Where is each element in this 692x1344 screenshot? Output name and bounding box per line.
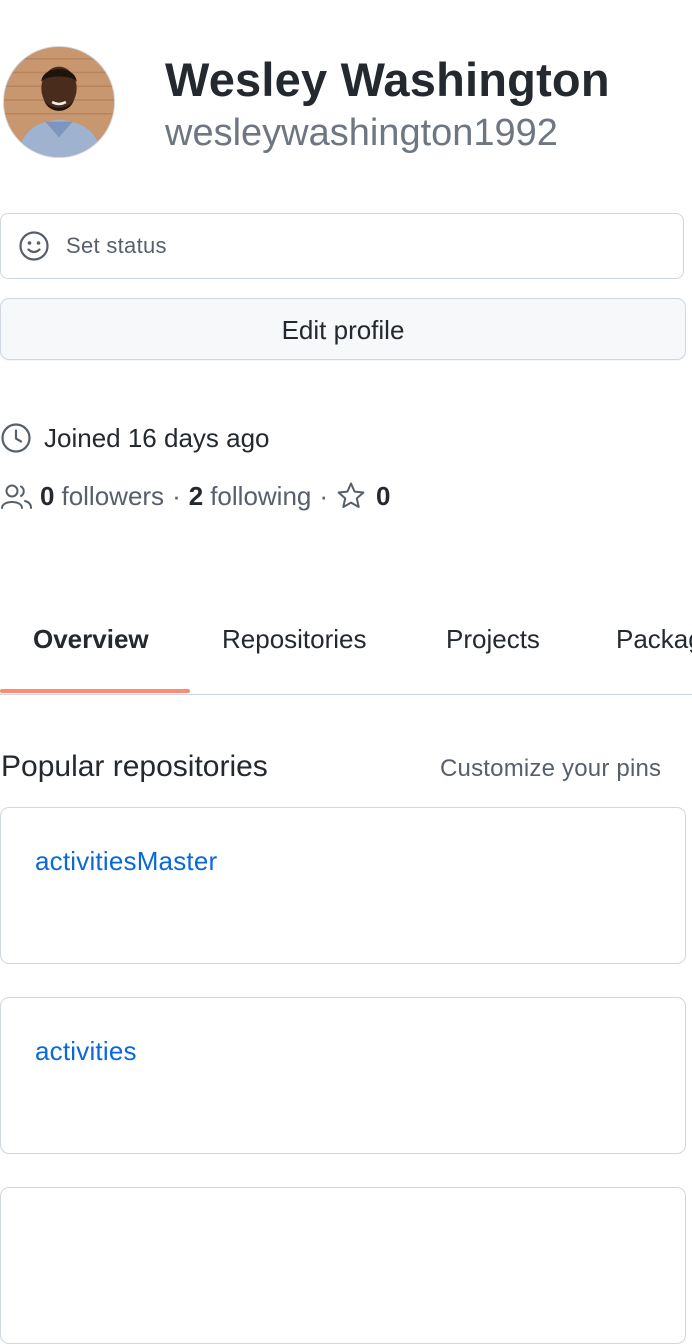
repo-link[interactable]: activitiesMaster <box>35 846 217 877</box>
repo-card: activitiesMaster <box>0 807 686 964</box>
avatar-photo <box>4 47 114 157</box>
followers-link[interactable]: 0 followers <box>40 481 164 512</box>
star-icon <box>337 482 365 508</box>
joined-info: Joined 16 days ago <box>0 420 270 456</box>
tab-overview[interactable]: Overview <box>33 624 149 655</box>
people-icon <box>1 484 32 509</box>
separator-dot: · <box>172 480 181 511</box>
smiley-icon <box>19 231 49 261</box>
tab-packages[interactable]: Packages <box>616 624 692 655</box>
stars-count: 0 <box>376 480 391 511</box>
clock-icon <box>1 423 31 453</box>
customize-pins-link[interactable]: Customize your pins <box>440 755 661 783</box>
selected-tab-indicator <box>0 689 190 693</box>
following-link[interactable]: 2 following <box>189 481 312 512</box>
tab-projects[interactable]: Projects <box>446 624 540 655</box>
followers-label: followers <box>61 480 165 511</box>
avatar[interactable] <box>3 46 115 158</box>
following-count: 2 <box>188 480 204 511</box>
stars-link[interactable]: 0 <box>336 480 391 512</box>
following-label: following <box>210 480 312 511</box>
tab-repositories[interactable]: Repositories <box>222 624 367 655</box>
repo-card <box>0 1187 686 1344</box>
separator-dot: · <box>319 480 329 511</box>
profile-username: wesleywashington1992 <box>165 112 558 154</box>
popular-repositories-heading: Popular repositories <box>1 750 268 783</box>
set-status-button[interactable]: Set status <box>0 213 684 279</box>
joined-text: Joined 16 days ago <box>44 422 270 453</box>
social-stats: 0 followers · 2 following · 0 <box>0 478 391 514</box>
repo-link[interactable]: activities <box>35 1036 137 1067</box>
followers-count: 0 <box>40 480 55 511</box>
edit-profile-button[interactable]: Edit profile <box>0 298 686 360</box>
set-status-label: Set status <box>66 233 167 258</box>
profile-tabs: Overview Repositories Projects Packages <box>0 610 692 695</box>
profile-full-name: Wesley Washington <box>165 53 610 106</box>
repo-card: activities <box>0 997 686 1154</box>
